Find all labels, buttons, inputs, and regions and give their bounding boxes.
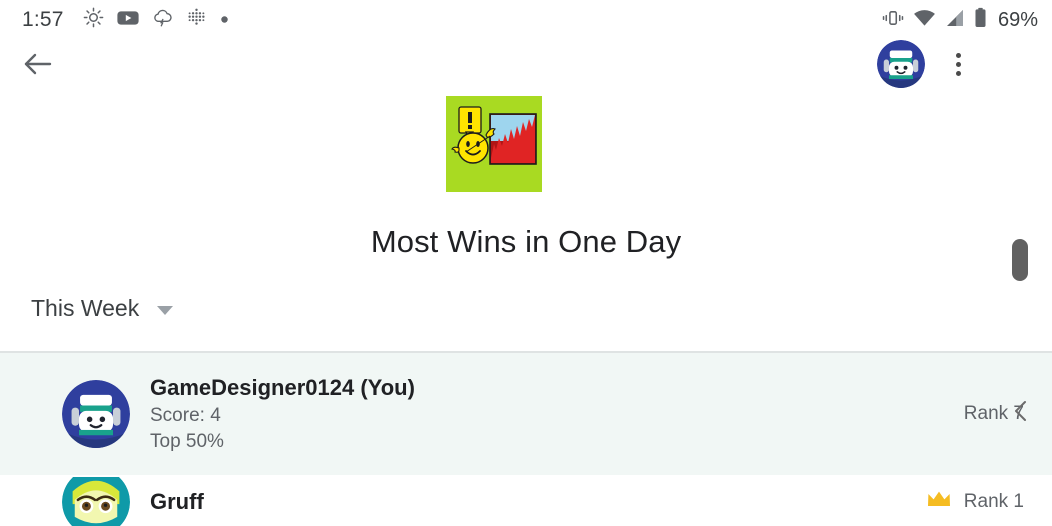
timeframe-filter-label: This Week <box>31 295 140 321</box>
youtube-icon <box>117 10 139 31</box>
back-arrow-icon[interactable] <box>22 48 54 80</box>
battery-icon <box>974 7 987 33</box>
avatar <box>62 477 130 526</box>
dot-icon <box>220 11 229 29</box>
leaderboard-row[interactable]: Gruff Rank 1 <box>0 477 1052 526</box>
leaderboard-row-rank-group: Rank 1 <box>926 489 1024 514</box>
status-bar-notification-icons <box>83 7 229 33</box>
avatar <box>62 380 130 448</box>
overflow-dot <box>955 70 961 76</box>
scrollbar-thumb[interactable] <box>1012 239 1028 281</box>
player-name: GameDesigner0124 (You) <box>150 375 415 400</box>
weather-cloud-icon <box>152 8 173 32</box>
cellular-signal-icon <box>945 9 965 32</box>
timeframe-filter-dropdown[interactable]: This Week <box>31 295 174 322</box>
achievement-badge-image <box>446 96 542 192</box>
profile-avatar[interactable] <box>877 40 925 88</box>
brightness-icon <box>83 7 104 33</box>
dots-grid-icon <box>186 7 207 33</box>
app-screen: 1:57 69% Most Wins in One Day This Week … <box>0 0 1052 526</box>
vibrate-icon <box>882 8 904 33</box>
player-percentile: Top 50% <box>150 431 224 452</box>
wifi-icon <box>913 9 936 32</box>
status-bar-system-icons: 69% <box>882 7 1038 33</box>
overflow-dot <box>955 52 961 58</box>
chevron-left-icon[interactable] <box>1008 398 1034 424</box>
crown-icon <box>926 489 952 514</box>
player-score: Score: 4 <box>150 405 221 426</box>
leaderboard-row-self[interactable]: GameDesigner0124 (You) Score: 4 Top 50% … <box>0 353 1052 475</box>
battery-percent-label: 69% <box>997 8 1038 31</box>
leaderboard-row-info: GameDesigner0124 (You) Score: 4 Top 50% <box>150 375 415 453</box>
status-bar: 1:57 69% <box>0 0 1052 40</box>
page-title: Most Wins in One Day <box>370 224 682 259</box>
chevron-down-icon <box>157 305 174 315</box>
status-badge: Rank 1 <box>963 490 1024 512</box>
more-vertical-icon[interactable] <box>944 48 972 80</box>
player-name: Gruff <box>150 488 204 514</box>
status-bar-clock: 1:57 <box>22 8 64 31</box>
leaderboard-row-info: Gruff <box>150 489 204 515</box>
overflow-dot <box>955 61 961 67</box>
